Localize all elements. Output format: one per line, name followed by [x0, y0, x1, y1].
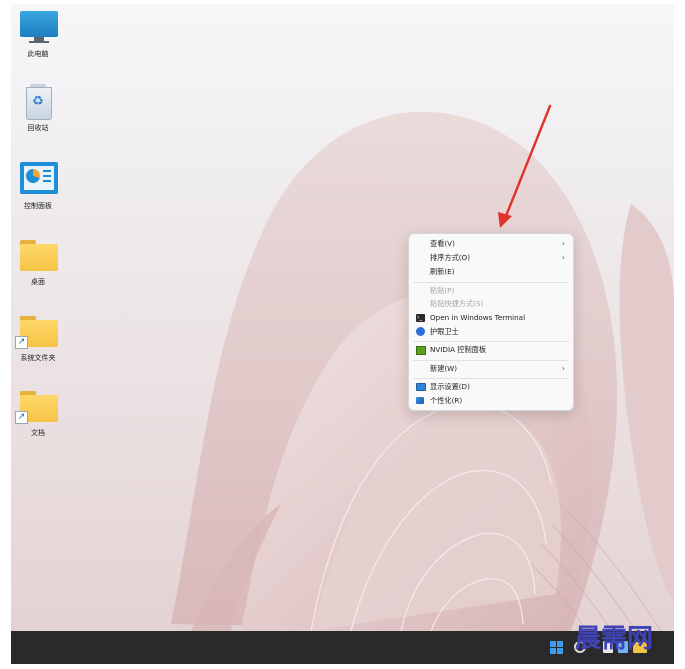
annotation-arrow: [498, 104, 552, 228]
desktop-screen: 此电脑 ♻ 回收站 控制面板 桌面 ↗ 系统文件夹 ↗ 文档 查看(V) › 排…: [0, 0, 685, 669]
watermark-logo: 晨需网: [575, 624, 654, 654]
windows-logo-icon[interactable]: [550, 641, 563, 654]
